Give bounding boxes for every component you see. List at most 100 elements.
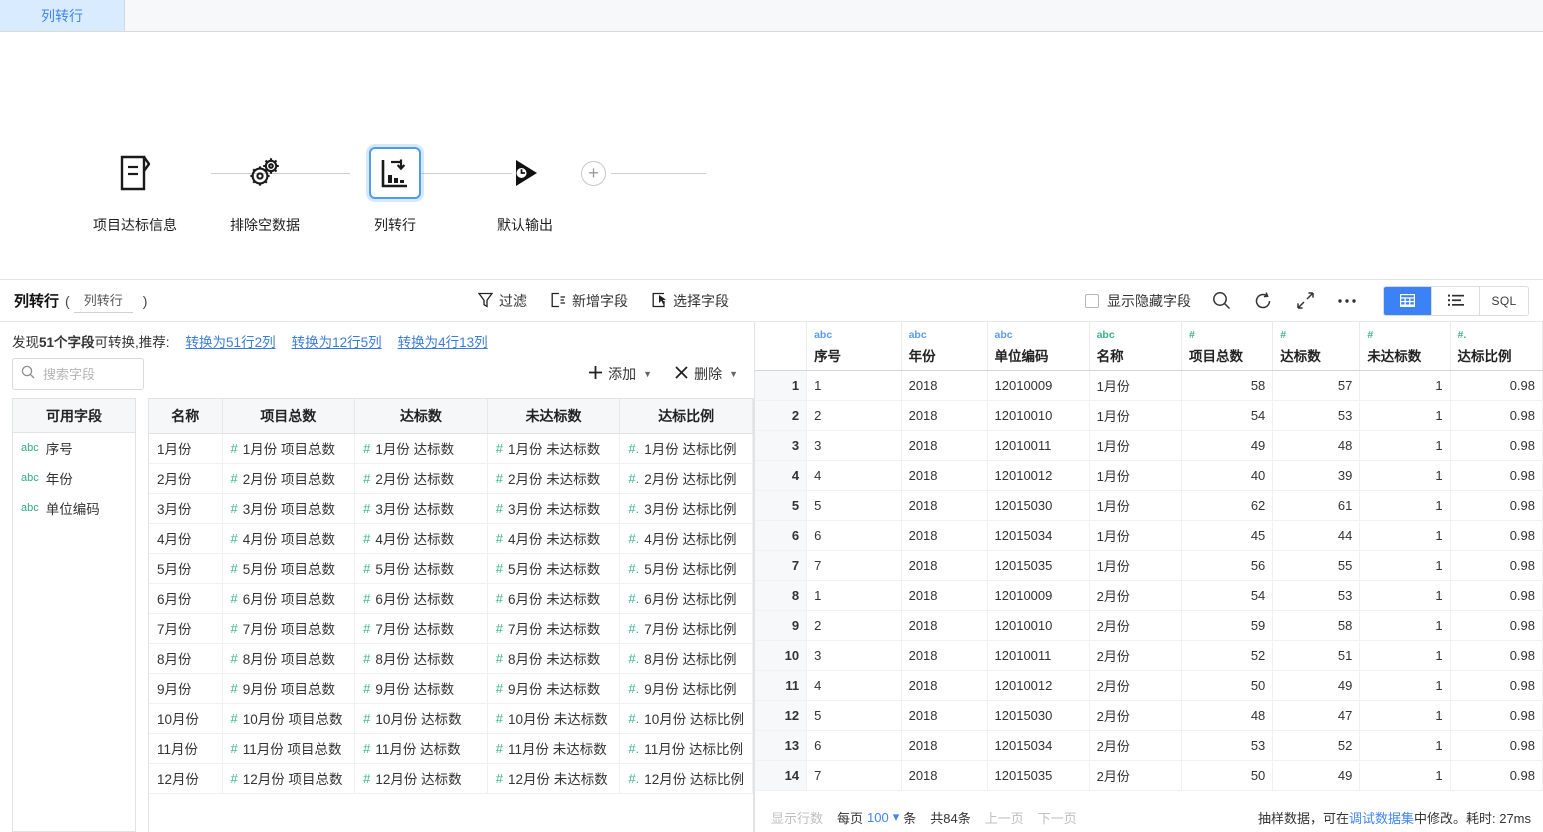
pivot-cell[interactable]: #5月份 达标数 [355,553,488,583]
more-icon[interactable] [1335,289,1359,313]
table-cell[interactable]: 48 [1273,430,1360,460]
pivot-cell[interactable]: #10月份 项目总数 [222,703,355,733]
table-cell[interactable]: 0.98 [1450,430,1542,460]
table-cell[interactable]: 6 [807,730,902,760]
table-cell[interactable]: 7 [807,760,902,790]
table-cell[interactable]: 1 [807,370,902,400]
pivot-row-name[interactable]: 4月份 [149,523,222,553]
table-row[interactable]: 5月份#5月份 项目总数#5月份 达标数#5月份 未达标数#.5月份 达标比例 [149,553,753,583]
pivot-row-name[interactable]: 2月份 [149,463,222,493]
table-cell[interactable]: 1 [1360,760,1450,790]
table-cell[interactable]: 2018 [901,760,987,790]
table-cell[interactable]: 61 [1273,490,1360,520]
debug-dataset-link[interactable]: 调试数据集 [1349,811,1414,826]
pivot-cell[interactable]: #.10月份 达标比例 [620,703,753,733]
pivot-cell[interactable]: #8月份 达标数 [355,643,488,673]
table-row[interactable]: 222018120100101月份545310.98 [755,400,1543,430]
table-cell[interactable]: 49 [1273,670,1360,700]
table-cell[interactable]: 5 [807,700,902,730]
add-field-button[interactable]: 新增字段 [551,291,628,311]
table-cell[interactable]: 2018 [901,520,987,550]
table-cell[interactable]: 3 [807,640,902,670]
pivot-cell[interactable]: #10月份 未达标数 [487,703,620,733]
pivot-col-ratio[interactable]: 达标比例 [620,399,753,433]
list-item[interactable]: abc 序号 [13,433,135,463]
table-cell[interactable]: 2018 [901,550,987,580]
pivot-cell[interactable]: #1月份 未达标数 [487,433,620,463]
table-cell[interactable]: 59 [1181,610,1272,640]
search-field-box[interactable] [12,358,144,390]
table-cell[interactable]: 1月份 [1089,400,1181,430]
table-cell[interactable]: 53 [1273,580,1360,610]
pivot-row-name[interactable]: 12月份 [149,763,222,793]
table-cell[interactable]: 2月份 [1089,760,1181,790]
table-row[interactable]: 10月份#10月份 项目总数#10月份 达标数#10月份 未达标数#.10月份 … [149,703,753,733]
table-row[interactable]: 12月份#12月份 项目总数#12月份 达标数#12月份 未达标数#.12月份 … [149,763,753,793]
table-cell[interactable]: 1月份 [1089,460,1181,490]
flow-node-exclude-empty[interactable]: 排除空数据 [200,147,330,235]
list-item[interactable]: abc 年份 [13,463,135,493]
table-cell[interactable]: 0.98 [1450,460,1542,490]
pivot-cell[interactable]: #3月份 达标数 [355,493,488,523]
table-cell[interactable]: 2018 [901,700,987,730]
table-cell[interactable]: 54 [1181,580,1272,610]
table-cell[interactable]: 1 [1360,640,1450,670]
table-row[interactable]: 11月份#11月份 项目总数#11月份 达标数#11月份 未达标数#.11月份 … [149,733,753,763]
pivot-cell[interactable]: #12月份 项目总数 [222,763,355,793]
pivot-cell[interactable]: #.8月份 达标比例 [620,643,753,673]
table-cell[interactable]: 1月份 [1089,490,1181,520]
table-cell[interactable]: 0.98 [1450,700,1542,730]
pivot-col-name[interactable]: 名称 [149,399,222,433]
table-cell[interactable]: 58 [1273,610,1360,640]
pivot-col-reached[interactable]: 达标数 [355,399,488,433]
pivot-cell[interactable]: #11月份 未达标数 [487,733,620,763]
table-cell[interactable]: 1 [1360,670,1450,700]
pivot-cell[interactable]: #.1月份 达标比例 [620,433,753,463]
prev-page-button[interactable]: 上一页 [985,808,1024,827]
table-cell[interactable]: 12015030 [987,700,1089,730]
table-cell[interactable]: 2018 [901,490,987,520]
hint-link-12x5[interactable]: 转换为12行5列 [292,331,382,351]
table-cell[interactable]: 2月份 [1089,640,1181,670]
pivot-row-name[interactable]: 10月份 [149,703,222,733]
table-row[interactable]: 1252018120150302月份484710.98 [755,700,1543,730]
table-row[interactable]: 332018120100111月份494810.98 [755,430,1543,460]
table-row[interactable]: 1月份#1月份 项目总数#1月份 达标数#1月份 未达标数#.1月份 达标比例 [149,433,753,463]
table-cell[interactable]: 48 [1181,700,1272,730]
pivot-cell[interactable]: #.3月份 达标比例 [620,493,753,523]
table-cell[interactable]: 1 [1360,700,1450,730]
select-field-button[interactable]: 选择字段 [652,291,729,311]
table-cell[interactable]: 3 [807,430,902,460]
table-cell[interactable]: 52 [1181,640,1272,670]
chevron-down-icon[interactable]: ▾ [893,809,900,825]
table-cell[interactable]: 2018 [901,580,987,610]
pivot-row-name[interactable]: 7月份 [149,613,222,643]
table-cell[interactable]: 0.98 [1450,760,1542,790]
column-header-项目总数[interactable]: #项目总数 [1181,322,1272,370]
table-cell[interactable]: 62 [1181,490,1272,520]
table-cell[interactable]: 1月份 [1089,430,1181,460]
table-cell[interactable]: 47 [1273,700,1360,730]
table-row[interactable]: 662018120150341月份454410.98 [755,520,1543,550]
pivot-cell[interactable]: #12月份 达标数 [355,763,488,793]
flow-node-source[interactable]: 项目达标信息 [70,147,200,235]
table-cell[interactable]: 1 [1360,460,1450,490]
table-cell[interactable]: 2月份 [1089,580,1181,610]
flow-canvas[interactable]: 项目达标信息 排除空数据 [0,32,1543,280]
per-page-value[interactable]: 100 [867,810,889,825]
table-row[interactable]: 552018120150301月份626110.98 [755,490,1543,520]
table-cell[interactable]: 40 [1181,460,1272,490]
table-cell[interactable]: 2月份 [1089,730,1181,760]
table-cell[interactable]: 39 [1273,460,1360,490]
pivot-cell[interactable]: #.12月份 达标比例 [620,763,753,793]
table-row[interactable]: 1032018120100112月份525110.98 [755,640,1543,670]
pivot-cell[interactable]: #7月份 未达标数 [487,613,620,643]
table-cell[interactable]: 49 [1181,430,1272,460]
table-cell[interactable]: 1 [1360,550,1450,580]
table-cell[interactable]: 55 [1273,550,1360,580]
table-row[interactable]: 6月份#6月份 项目总数#6月份 达标数#6月份 未达标数#.6月份 达标比例 [149,583,753,613]
table-row[interactable]: 9月份#9月份 项目总数#9月份 达标数#9月份 未达标数#.9月份 达标比例 [149,673,753,703]
table-cell[interactable]: 12015035 [987,550,1089,580]
pivot-cell[interactable]: #5月份 项目总数 [222,553,355,583]
data-table-scroll[interactable]: abc序号abc年份abc单位编码abc名称#项目总数#达标数#未达标数#.达标… [755,322,1543,832]
